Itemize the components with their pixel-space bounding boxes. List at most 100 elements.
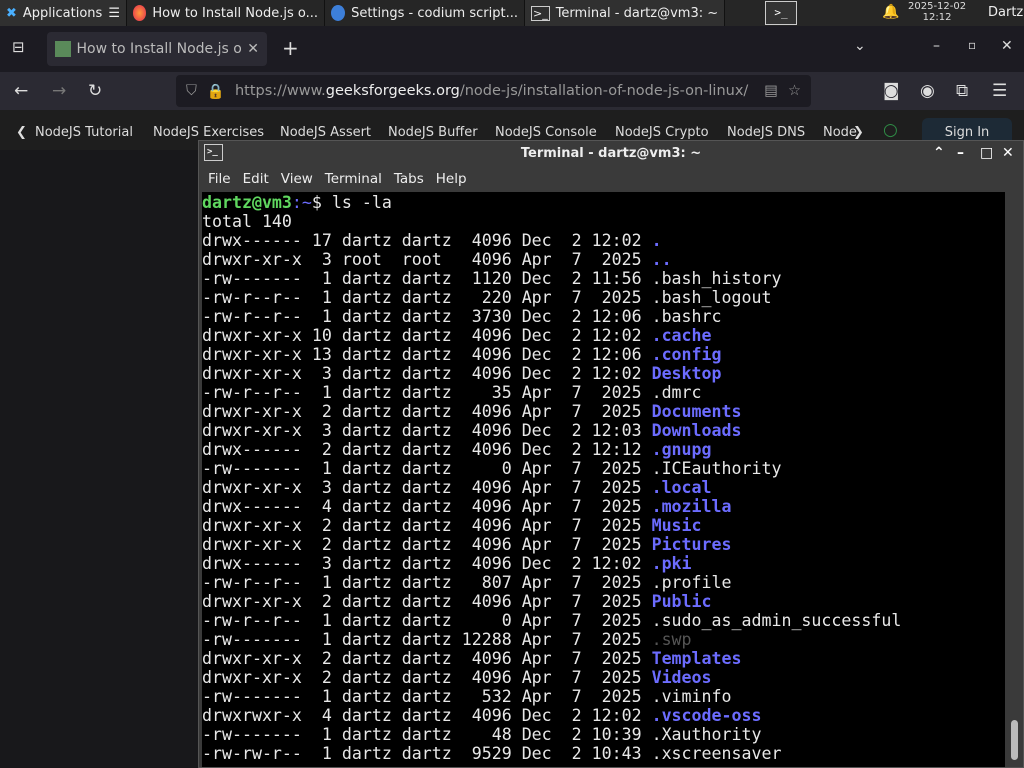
close-window-icon[interactable]: ✕ — [1001, 38, 1013, 54]
nav-link[interactable]: NodeJS Console — [495, 125, 597, 140]
listing-row: -rw-r--r-- 1 dartz dartz 3730 Dec 2 12:0… — [202, 307, 1005, 326]
file-name: .bashrc — [651, 307, 722, 326]
reload-icon[interactable]: ↻ — [88, 81, 102, 101]
file-name: Music — [651, 516, 702, 535]
file-meta: drwx------ 2 dartz dartz 4096 Dec 2 12:1… — [202, 440, 652, 459]
nav-link[interactable]: NodeJS Assert — [280, 125, 371, 140]
extensions-icon[interactable]: ⧉ — [956, 81, 968, 101]
menu-edit[interactable]: Edit — [237, 171, 275, 187]
tab-overview-icon[interactable]: ⊟ — [12, 38, 25, 56]
file-meta: drwxr-xr-x 2 dartz dartz 4096 Apr 7 2025 — [202, 516, 652, 535]
user-menu[interactable]: Dartz — [988, 5, 1023, 20]
listing-row: drwxr-xr-x 3 dartz dartz 4096 Dec 2 12:0… — [202, 421, 1005, 440]
codium-icon — [330, 5, 346, 21]
menu-view[interactable]: View — [275, 171, 319, 187]
close-tab-icon[interactable]: ✕ — [247, 41, 259, 57]
file-name: Downloads — [651, 421, 742, 440]
menu-terminal[interactable]: Terminal — [319, 171, 388, 187]
file-meta: -rw------- 1 dartz dartz 0 Apr 7 2025 — [202, 459, 652, 478]
clock[interactable]: 2025-12-02 12:12 — [908, 1, 966, 23]
terminal-launcher-icon[interactable]: >_ — [765, 1, 797, 25]
terminal-title: Terminal - dartz@vm3: ~ — [520, 146, 702, 161]
listing-row: -rw-rw-r-- 1 dartz dartz 9529 Dec 2 10:4… — [202, 744, 1005, 763]
listing-row: drwxr-xr-x 2 dartz dartz 4096 Apr 7 2025… — [202, 592, 1005, 611]
date: 2025-12-02 — [908, 1, 967, 12]
terminal-icon: >_ — [204, 144, 223, 161]
terminal-output[interactable]: dartz@vm3:~$ ls -la total 140 drwx------ 1… — [202, 192, 1005, 767]
file-name: .pki — [651, 554, 692, 573]
chevron-down-icon[interactable]: ⌄ — [854, 38, 866, 54]
tab-title: How to Install Node.js or — [76, 41, 242, 57]
minimize-icon[interactable]: – — [957, 141, 964, 166]
time: 12:12 — [922, 12, 952, 23]
file-name: Public — [651, 592, 712, 611]
back-icon[interactable]: ← — [14, 81, 28, 101]
task-codium[interactable]: Settings - codium script... — [325, 0, 525, 26]
file-meta: drwxr-xr-x 2 dartz dartz 4096 Apr 7 2025 — [202, 592, 652, 611]
url-bar[interactable]: ⛉ 🔒 https://www.geeksforgeeks.org/node-js/… — [176, 75, 811, 107]
menu-tabs[interactable]: Tabs — [388, 171, 430, 187]
scroll-left-icon[interactable]: ❮ — [16, 125, 27, 140]
file-meta: drwxr-xr-x 2 dartz dartz 4096 Apr 7 2025 — [202, 535, 652, 554]
listing-row: -rw------- 1 dartz dartz 48 Dec 2 10:39 … — [202, 725, 1005, 744]
nav-link[interactable]: NodeJS Crypto — [615, 125, 709, 140]
nav-link[interactable]: NodeJS Buffer — [388, 125, 478, 140]
account-icon[interactable]: ◉ — [920, 81, 935, 101]
new-tab-icon[interactable]: + — [282, 36, 299, 60]
listing-row: -rw-r--r-- 1 dartz dartz 807 Apr 7 2025 … — [202, 573, 1005, 592]
forward-icon[interactable]: → — [52, 81, 66, 101]
listing-row: -rw-r--r-- 1 dartz dartz 35 Apr 7 2025 .… — [202, 383, 1005, 402]
pocket-icon[interactable]: ◙ — [883, 81, 900, 101]
nav-link[interactable]: NodeJS Exercises — [153, 125, 264, 140]
file-name: .sudo_as_admin_successful — [651, 611, 902, 630]
lock-icon: 🔒 — [206, 83, 225, 100]
file-meta: -rw-r--r-- 1 dartz dartz 3730 Dec 2 12:0… — [202, 307, 652, 326]
file-name: Pictures — [651, 535, 732, 554]
listing-row: drwxrwxr-x 4 dartz dartz 4096 Dec 2 12:0… — [202, 706, 1005, 725]
task-terminal[interactable]: >_ Terminal - dartz@vm3: ~ — [524, 0, 725, 26]
file-name: .ICEauthority — [651, 459, 782, 478]
file-meta: drwxr-xr-x 3 dartz dartz 4096 Dec 2 12:0… — [202, 364, 652, 383]
reader-icon[interactable]: ▤ — [764, 83, 778, 99]
file-meta: drwx------ 4 dartz dartz 4096 Apr 7 2025 — [202, 497, 652, 516]
file-meta: -rw------- 1 dartz dartz 48 Dec 2 10:39 — [202, 725, 652, 744]
shade-icon[interactable]: ⌃ — [933, 141, 945, 166]
listing-row: drwxr-xr-x 13 dartz dartz 4096 Dec 2 12:… — [202, 345, 1005, 364]
search-icon[interactable]: ○ — [883, 120, 898, 140]
browser-tab-bar: ⊟ How to Install Node.js or ✕ + ⌄ – ▫ ✕ — [0, 26, 1024, 72]
terminal-titlebar[interactable]: >_ Terminal - dartz@vm3: ~ ⌃ – □ ✕ — [199, 141, 1023, 166]
applications-label: Applications — [22, 5, 103, 21]
file-name: .profile — [651, 573, 732, 592]
scrollbar-thumb[interactable] — [1011, 720, 1018, 760]
menu-help[interactable]: Help — [430, 171, 473, 187]
browser-tab[interactable]: How to Install Node.js or ✕ — [47, 32, 267, 66]
file-name: .bash_history — [651, 269, 782, 288]
prompt-line: dartz@vm3:~$ ls -la — [202, 193, 1005, 212]
file-meta: -rw------- 1 dartz dartz 532 Apr 7 2025 — [202, 687, 652, 706]
listing-row: drwxr-xr-x 3 root root 4096 Apr 7 2025 .… — [202, 250, 1005, 269]
menu-icon[interactable]: ☰ — [992, 81, 1007, 101]
star-icon[interactable]: ☆ — [788, 83, 801, 99]
gfg-favicon — [55, 41, 71, 57]
minimize-icon[interactable]: – — [933, 38, 940, 54]
shield-icon: ⛉ — [186, 83, 197, 99]
nav-link[interactable]: NodeJS Tutorial — [35, 125, 133, 140]
task-label: Settings - codium script... — [351, 5, 518, 21]
scroll-right-icon[interactable]: ❯ — [853, 125, 864, 140]
menu-file[interactable]: File — [202, 171, 237, 187]
file-name: .swp — [651, 630, 692, 649]
task-firefox[interactable]: How to Install Node.js o... — [127, 0, 325, 26]
nav-link[interactable]: Node — [823, 125, 857, 140]
applications-menu[interactable]: ✖ Applications ☰ — [0, 0, 127, 26]
file-name: .viminfo — [651, 687, 732, 706]
file-name: Desktop — [651, 364, 722, 383]
bell-icon[interactable]: 🔔 — [882, 4, 899, 20]
maximize-icon[interactable]: ▫ — [968, 38, 976, 52]
terminal-scrollbar[interactable] — [1007, 192, 1023, 767]
prompt-symbol: $ — [311, 193, 332, 212]
file-name: .local — [651, 478, 712, 497]
close-icon[interactable]: ✕ — [1002, 141, 1014, 166]
maximize-icon[interactable]: □ — [980, 141, 993, 166]
file-meta: -rw-r--r-- 1 dartz dartz 807 Apr 7 2025 — [202, 573, 652, 592]
nav-link[interactable]: NodeJS DNS — [727, 125, 805, 140]
